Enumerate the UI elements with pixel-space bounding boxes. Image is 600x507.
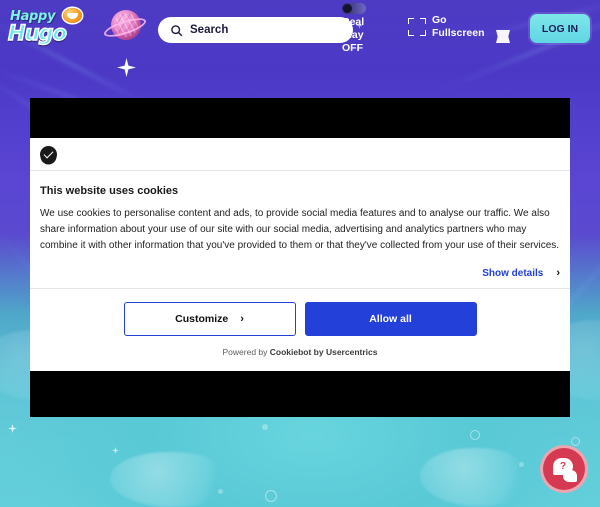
fullscreen-label-2: Fullscreen [432,27,485,39]
site-logo[interactable]: Happy Hugo [6,8,82,48]
cookie-dialog-body: This website uses cookies We use cookies… [30,171,570,254]
brain-planet-icon [102,7,148,47]
show-details-link[interactable]: Show details › [482,267,560,279]
chevron-right-icon: › [240,313,244,325]
real-play-switch[interactable] [342,3,366,14]
search-placeholder: Search [190,24,229,36]
cookiebot-brand-label: Cookiebot by Usercentrics [269,347,378,357]
chat-help-button[interactable]: ? [540,445,588,493]
search-input[interactable]: Search [158,17,353,43]
customize-label: Customize [175,313,229,325]
customize-button[interactable]: Customize › [123,302,296,336]
flag-icon[interactable] [496,30,510,43]
sparkle-icon [8,424,17,433]
show-details-row: Show details › [30,267,570,289]
sparkle-icon [112,447,119,454]
chat-bubble-small-icon [563,470,577,482]
smiley-face-icon [63,8,82,23]
logo-text-hugo: Hugo [7,20,67,45]
cookie-consent-dialog: This website uses cookies We use cookies… [30,138,570,371]
real-play-label-3: OFF [342,42,363,54]
site-header: Happy Hugo Search Real Play OFF Go Fulls… [0,0,600,58]
cookie-dialog-footer: Powered by Cookiebot by Usercentrics [30,347,570,357]
fullscreen-label-1: Go [432,14,447,26]
cookie-consent-overlay: This website uses cookies We use cookies… [30,98,570,417]
login-button[interactable]: LOG IN [530,14,590,43]
powered-by-label: Powered by [222,347,270,357]
fullscreen-icon [408,18,426,36]
real-play-label-2: Play [342,29,364,41]
chevron-right-icon: › [556,267,560,279]
cookie-dialog-title: This website uses cookies [40,185,179,197]
cookie-dialog-text: We use cookies to personalise content an… [40,208,560,251]
real-play-toggle[interactable]: Real Play OFF [342,3,386,55]
cookie-dialog-header [30,138,570,171]
real-play-label-1: Real [342,16,365,28]
show-details-label: Show details [482,267,544,279]
switch-knob [343,4,352,13]
allow-all-button[interactable]: Allow all [304,302,477,336]
cookie-icon [40,145,57,163]
search-icon [171,24,183,36]
sparkle-icon [117,58,136,77]
page-root: Happy Hugo Search Real Play OFF Go Fulls… [0,0,600,507]
cookie-dialog-actions: Customize › Allow all [30,302,570,336]
go-fullscreen-button[interactable]: Go Fullscreen [408,14,485,40]
